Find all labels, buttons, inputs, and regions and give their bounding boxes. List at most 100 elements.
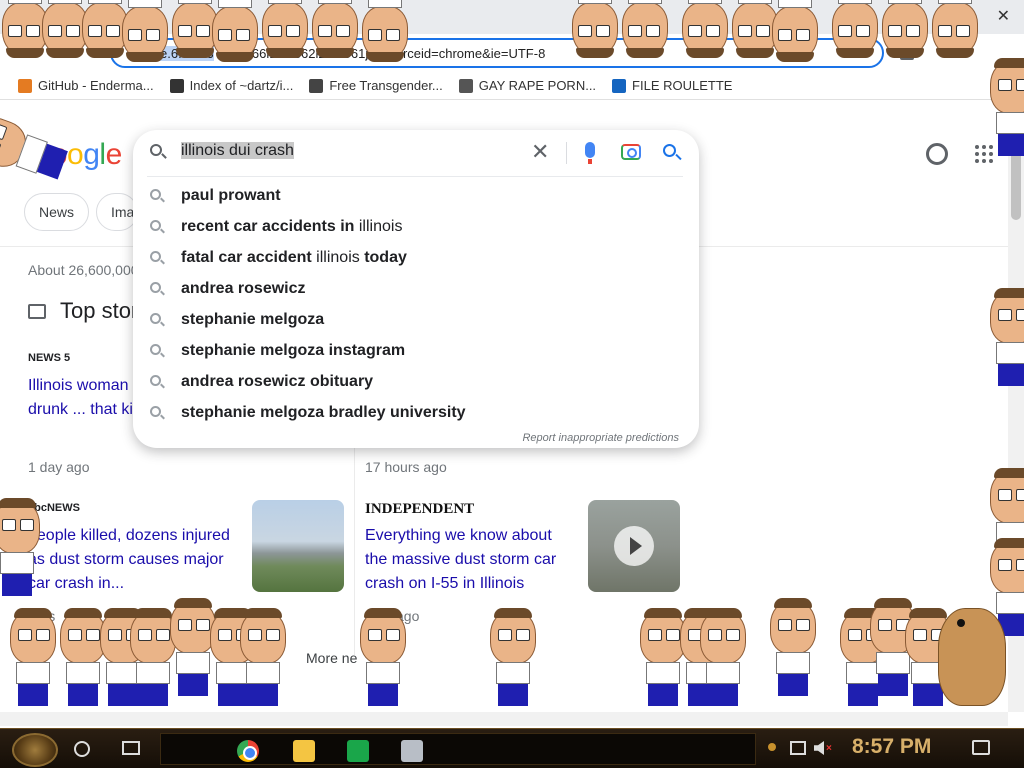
taskbar: × 8:57 PM — [0, 728, 1024, 768]
logo-letter: g — [83, 138, 100, 171]
suggestion-normal: illinois — [354, 218, 403, 235]
search-input[interactable]: illinois dui crash — [181, 142, 294, 160]
suggestion-item[interactable]: paul prowant — [133, 180, 699, 211]
suggestion-text: andrea rosewicz — [181, 280, 306, 298]
top-stories-title: Top stor — [60, 298, 139, 323]
suggestion-item[interactable]: stephanie melgoza instagram — [133, 335, 699, 366]
suggestion-bold: stephanie melgoza bradley university — [181, 404, 466, 421]
story-source: NEWS 5 — [28, 352, 71, 364]
suggestion-text: stephanie melgoza — [181, 311, 324, 329]
cartoon-sticker — [770, 0, 818, 62]
file-explorer-icon[interactable] — [293, 740, 315, 762]
cartoon-sticker — [770, 598, 818, 696]
cartoon-sticker — [360, 0, 408, 62]
chip-images[interactable]: Ima — [96, 193, 138, 231]
story-video-thumbnail[interactable] — [588, 500, 680, 592]
cartoon-sticker — [210, 0, 258, 62]
more-news-button[interactable]: More ne — [306, 650, 357, 666]
chrome-icon[interactable] — [237, 740, 259, 762]
cartoon-sticker — [930, 0, 978, 58]
suggestion-item[interactable]: fatal car accident illinois today — [133, 242, 699, 273]
suggestion-item[interactable]: stephanie melgoza — [133, 304, 699, 335]
cartoon-sticker — [120, 0, 168, 62]
screen: ✕ ome.6.043i3 124j0i66i143i362l2.74561j0… — [0, 0, 1024, 768]
search-icon — [150, 144, 162, 156]
cartoon-sticker — [260, 0, 308, 58]
bookmark-item[interactable]: GAY RAPE PORN... — [458, 78, 597, 93]
search-box[interactable]: illinois dui crash ✕ — [133, 130, 699, 176]
suggestion-text: paul prowant — [181, 187, 281, 205]
suggestion-item[interactable]: andrea rosewicz obituary — [133, 366, 699, 397]
search-icon — [150, 220, 161, 231]
search-icon — [150, 313, 161, 324]
taskbar-apps — [160, 733, 756, 765]
start-button[interactable] — [12, 733, 58, 767]
photos-app-icon[interactable] — [401, 740, 423, 762]
suggestion-text: andrea rosewicz obituary — [181, 373, 373, 391]
suggestion-bold: stephanie melgoza instagram — [181, 342, 406, 359]
tray-overflow-icon[interactable] — [768, 743, 776, 751]
voice-search-icon[interactable] — [585, 142, 595, 164]
bookmark-label: GitHub - Enderma... — [38, 78, 154, 93]
suggestion-text: recent car accidents in illinois — [181, 218, 402, 236]
suggestion-item[interactable]: stephanie melgoza bradley university — [133, 397, 699, 428]
suggestion-bold: fatal car accident — [181, 249, 312, 266]
bookmarks-bar: GitHub - Enderma... Index of ~dartz/i... F… — [0, 72, 1024, 100]
story-thumbnail[interactable] — [252, 500, 344, 592]
lens-camera-icon[interactable] — [621, 144, 641, 160]
search-icon — [150, 344, 161, 355]
cartoon-sticker — [0, 498, 42, 596]
task-view-icon[interactable] — [122, 741, 140, 755]
volume-icon[interactable] — [814, 741, 824, 755]
search-submit-icon[interactable] — [663, 144, 676, 157]
clear-search-icon[interactable]: ✕ — [531, 140, 549, 165]
muted-icon: × — [826, 743, 832, 754]
site-icon — [309, 78, 324, 93]
taskbar-clock[interactable]: 8:57 PM — [852, 735, 931, 759]
cartoon-sticker — [880, 0, 928, 58]
suggestion-normal: illinois — [311, 249, 365, 266]
hamster-sticker — [938, 608, 1006, 706]
suggestion-bold: today — [364, 249, 407, 266]
cartoon-sticker — [360, 608, 408, 706]
folder-icon — [169, 78, 184, 93]
bookmark-label: Index of ~dartz/i... — [189, 78, 294, 93]
suggestion-text: stephanie melgoza bradley university — [181, 404, 466, 422]
chip-news[interactable]: News — [24, 193, 90, 231]
bookmark-item[interactable]: Free Transgender... — [309, 78, 443, 93]
bookmark-item[interactable]: GitHub - Enderma... — [18, 78, 154, 93]
story-time: 1 day ago — [28, 459, 90, 475]
story-headline[interactable]: Everything we know about the massive dus… — [365, 524, 570, 596]
github-icon — [18, 78, 32, 93]
story-headline[interactable]: people killed, dozens injured as dust st… — [28, 524, 238, 596]
close-window-icon[interactable]: ✕ — [997, 6, 1010, 25]
network-icon[interactable] — [790, 741, 806, 755]
sheets-app-icon[interactable] — [347, 740, 369, 762]
suggestion-bold: andrea rosewicz — [181, 280, 306, 297]
story-time: 17 hours ago — [365, 459, 447, 475]
cartoon-sticker — [990, 58, 1024, 156]
settings-gear-icon[interactable] — [926, 143, 948, 165]
play-icon[interactable] — [614, 526, 654, 566]
horizontal-scrollbar[interactable] — [0, 712, 1008, 726]
suggestion-item[interactable]: recent car accidents in illinois — [133, 211, 699, 242]
suggestions-divider — [147, 176, 683, 177]
bookmark-label: FILE ROULETTE — [632, 78, 733, 93]
cartoon-sticker — [620, 0, 668, 58]
mf-icon — [612, 78, 627, 93]
suggestion-bold: paul prowant — [181, 187, 281, 204]
cartoon-sticker — [240, 608, 288, 706]
cartoon-sticker — [680, 0, 728, 58]
suggestion-item[interactable]: andrea rosewicz — [133, 273, 699, 304]
query-text: illinois dui crash — [181, 142, 294, 159]
search-circle-icon[interactable] — [74, 741, 90, 757]
report-predictions-link[interactable]: Report inappropriate predictions — [522, 432, 679, 444]
bookmark-label: Free Transgender... — [329, 78, 443, 93]
bookmark-item[interactable]: Index of ~dartz/i... — [169, 78, 294, 93]
bookmark-label: GAY RAPE PORN... — [478, 78, 597, 93]
bookmark-item[interactable]: FILE ROULETTE — [612, 78, 732, 93]
logo-letter: e — [105, 138, 123, 171]
news-icon — [28, 303, 46, 319]
cartoon-sticker — [10, 608, 58, 706]
notifications-icon[interactable] — [972, 740, 990, 755]
